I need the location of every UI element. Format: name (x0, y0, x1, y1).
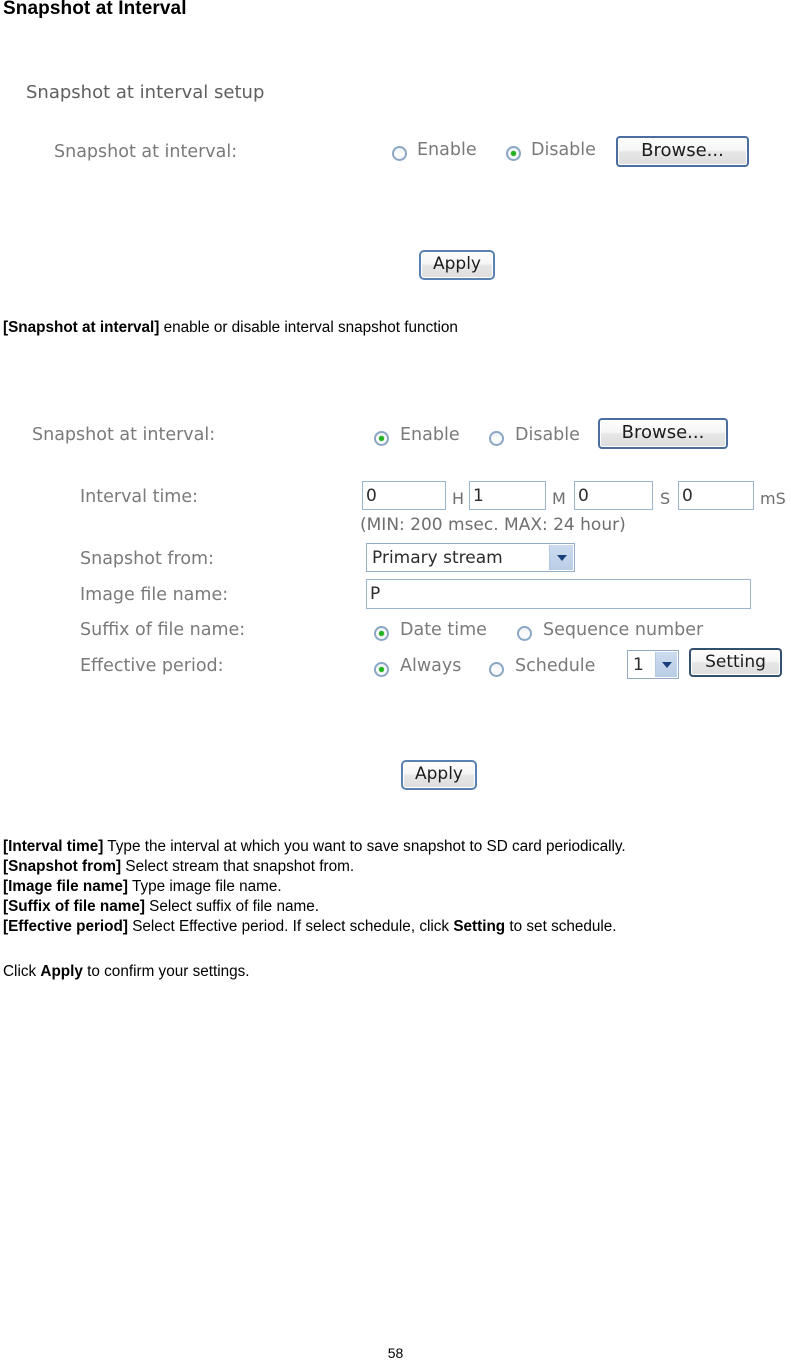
image-file-name-input[interactable]: P (366, 579, 751, 609)
unit-hours: H (452, 489, 465, 508)
snapshot-setup-panel-1: Snapshot at interval setup Snapshot at i… (0, 70, 791, 300)
label-enable-panel2: Enable (400, 425, 460, 445)
description-interval-time: [Interval time] Type the interval at whi… (3, 837, 626, 857)
schedule-select[interactable]: 1 (627, 650, 679, 679)
interval-range-hint: (MIN: 200 msec. MAX: 24 hour) (360, 515, 626, 535)
desc-term-snapshot-from: [Snapshot from] (3, 858, 122, 875)
desc1-text: enable or disable interval snapshot func… (159, 319, 458, 336)
desc-click-pre: Click (3, 963, 41, 980)
label-image-file-name: Image file name: (80, 585, 229, 605)
apply-button-panel1[interactable]: Apply (419, 250, 495, 280)
unit-millis: mS (760, 489, 786, 508)
browse-button-panel2[interactable]: Browse... (598, 418, 728, 449)
desc1-term: [Snapshot at interval] (3, 319, 160, 336)
interval-minutes-input[interactable]: 1 (469, 481, 546, 510)
radio-disable-panel2[interactable] (489, 431, 504, 446)
desc-text-snapshot-from: Select stream that snapshot from. (121, 858, 355, 875)
label-enable-panel1: Enable (417, 140, 477, 160)
desc-text-suffix-of-file-name: Select suffix of file name. (144, 898, 319, 915)
radio-disable-panel1[interactable] (506, 146, 521, 161)
label-disable-panel1: Disable (531, 140, 596, 160)
description-click-apply: Click Apply to confirm your settings. (3, 962, 250, 982)
desc-term-image-file-name: [Image file name] (3, 878, 128, 895)
label-effective-always: Always (400, 656, 462, 676)
page-title: Snapshot at Interval (3, 0, 187, 19)
description-snapshot-from: [Snapshot from] Select stream that snaps… (3, 857, 354, 877)
apply-button-panel2[interactable]: Apply (401, 760, 477, 790)
description-image-file-name: [Image file name] Type image file name. (3, 877, 282, 897)
interval-hours-value: 0 (366, 485, 377, 506)
snapshot-from-select[interactable]: Primary stream (366, 543, 575, 572)
desc-bold-setting: Setting (453, 918, 506, 935)
label-disable-panel2: Disable (515, 425, 580, 445)
setting-button[interactable]: Setting (689, 648, 782, 677)
interval-hours-input[interactable]: 0 (362, 481, 446, 510)
image-file-name-value: P (370, 584, 381, 604)
interval-seconds-input[interactable]: 0 (574, 481, 653, 510)
desc-text-effective-period-1: Select Effective period. If select sched… (127, 918, 454, 935)
interval-minutes-value: 1 (473, 485, 484, 506)
label-snapshot-from: Snapshot from: (80, 549, 214, 569)
radio-suffix-date-time[interactable] (374, 626, 389, 641)
interval-seconds-value: 0 (578, 485, 589, 506)
label-suffix-of-file-name: Suffix of file name: (80, 620, 246, 640)
label-snapshot-at-interval-2: Snapshot at interval: (32, 425, 216, 445)
desc-bold-apply: Apply (40, 963, 83, 980)
interval-millis-value: 0 (682, 485, 693, 506)
snapshot-setup-panel-2: Snapshot at interval: Enable Disable Bro… (0, 405, 791, 805)
label-suffix-date-time: Date time (400, 620, 487, 640)
desc-text-image-file-name: Type image file name. (127, 878, 282, 895)
radio-suffix-sequence-number[interactable] (517, 626, 532, 641)
page-number: 58 (387, 1345, 404, 1361)
interval-millis-input[interactable]: 0 (678, 481, 754, 510)
label-snapshot-at-interval: Snapshot at interval: (54, 142, 238, 162)
description-snapshot-at-interval: [Snapshot at interval] enable or disable… (3, 318, 458, 338)
desc-text-effective-period-2: to set schedule. (505, 918, 617, 935)
browse-button-panel1[interactable]: Browse... (616, 136, 749, 167)
desc-click-post: to confirm your settings. (82, 963, 250, 980)
unit-seconds: S (660, 489, 671, 508)
radio-effective-schedule[interactable] (489, 662, 504, 677)
schedule-value: 1 (633, 654, 644, 675)
radio-effective-always[interactable] (374, 662, 389, 677)
description-effective-period: [Effective period] Select Effective peri… (3, 917, 617, 937)
section-title-snapshot-setup: Snapshot at interval setup (26, 82, 265, 103)
chevron-down-icon-schedule[interactable] (655, 652, 677, 677)
desc-term-interval-time: [Interval time] (3, 838, 104, 855)
label-effective-period: Effective period: (80, 656, 224, 676)
desc-term-suffix-of-file-name: [Suffix of file name] (3, 898, 145, 915)
radio-enable-panel2[interactable] (374, 431, 389, 446)
label-interval-time: Interval time: (80, 487, 199, 507)
desc-text-interval-time: Type the interval at which you want to s… (103, 838, 626, 855)
label-effective-schedule: Schedule (515, 656, 596, 676)
label-suffix-sequence-number: Sequence number (543, 620, 704, 640)
chevron-down-icon[interactable] (549, 545, 573, 570)
description-suffix-of-file-name: [Suffix of file name] Select suffix of f… (3, 897, 319, 917)
snapshot-from-value: Primary stream (372, 547, 503, 568)
unit-minutes: M (552, 489, 566, 508)
radio-enable-panel1[interactable] (392, 146, 407, 161)
desc-term-effective-period: [Effective period] (3, 918, 128, 935)
